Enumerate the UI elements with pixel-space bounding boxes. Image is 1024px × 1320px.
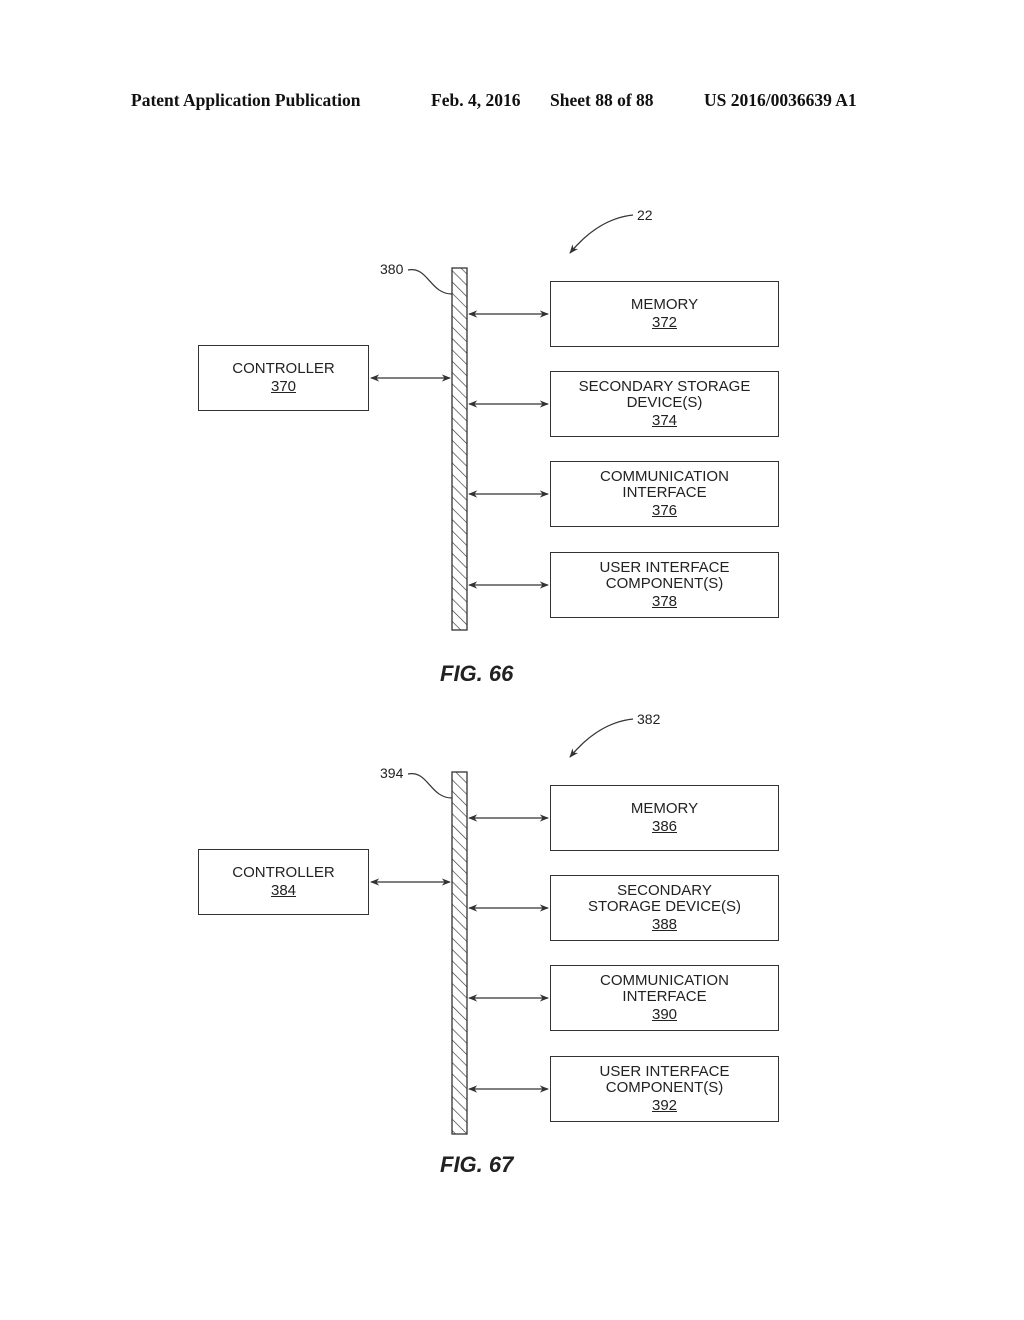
component-label: USER INTERFACE — [599, 1063, 730, 1080]
component-ref: 374 — [651, 412, 678, 429]
user-interface-box: USER INTERFACE COMPONENT(S) 392 — [550, 1056, 779, 1122]
user-interface-box: USER INTERFACE COMPONENT(S) 378 — [550, 552, 779, 618]
bus-ref-label: 394 — [380, 765, 404, 781]
component-label: SECONDARY STORAGE — [578, 378, 751, 395]
system-ref-label: 22 — [637, 207, 653, 223]
bus-bar — [451, 267, 468, 631]
component-label: MEMORY — [630, 800, 699, 817]
controller-box: CONTROLLER 384 — [198, 849, 369, 915]
component-ref: 386 — [651, 818, 678, 835]
component-label: USER INTERFACE — [599, 559, 730, 576]
component-label: DEVICE(S) — [626, 394, 703, 411]
system-ref-arrow — [569, 718, 634, 758]
component-label: COMPONENT(S) — [605, 575, 724, 592]
bus-ref-label: 380 — [380, 261, 404, 277]
diagram-canvas — [370, 214, 634, 1135]
component-label: COMMUNICATION — [600, 468, 729, 485]
system-ref-arrow — [569, 214, 634, 254]
communication-interface-box: COMMUNICATION INTERFACE 390 — [550, 965, 779, 1031]
system-ref-label: 382 — [637, 711, 661, 727]
component-label: COMPONENT(S) — [605, 1079, 724, 1096]
component-label: INTERFACE — [622, 484, 707, 501]
component-ref: 376 — [651, 502, 678, 519]
controller-title: CONTROLLER — [232, 864, 335, 881]
communication-interface-box: COMMUNICATION INTERFACE 376 — [550, 461, 779, 527]
secondary-storage-box: SECONDARY STORAGE DEVICE(S) 388 — [550, 875, 779, 941]
controller-ref: 370 — [270, 378, 297, 395]
controller-title: CONTROLLER — [232, 360, 335, 377]
component-ref: 388 — [651, 916, 678, 933]
component-label: COMMUNICATION — [600, 972, 729, 989]
bus-leader-line — [407, 269, 453, 295]
memory-box: MEMORY 386 — [550, 785, 779, 851]
component-ref: 372 — [651, 314, 678, 331]
component-ref: 390 — [651, 1006, 678, 1023]
bus-bar — [451, 771, 468, 1135]
figure-label: FIG. 66 — [440, 661, 514, 686]
component-ref: 378 — [651, 593, 678, 610]
bus-leader-line — [407, 773, 453, 799]
component-ref: 392 — [651, 1097, 678, 1114]
component-label: MEMORY — [630, 296, 699, 313]
memory-box: MEMORY 372 — [550, 281, 779, 347]
figure-label: FIG. 67 — [440, 1152, 514, 1177]
component-label: SECONDARY — [617, 882, 712, 899]
controller-ref: 384 — [270, 882, 297, 899]
component-label: STORAGE DEVICE(S) — [587, 898, 742, 915]
controller-box: CONTROLLER 370 — [198, 345, 369, 411]
component-label: INTERFACE — [622, 988, 707, 1005]
secondary-storage-box: SECONDARY STORAGE DEVICE(S) 374 — [550, 371, 779, 437]
